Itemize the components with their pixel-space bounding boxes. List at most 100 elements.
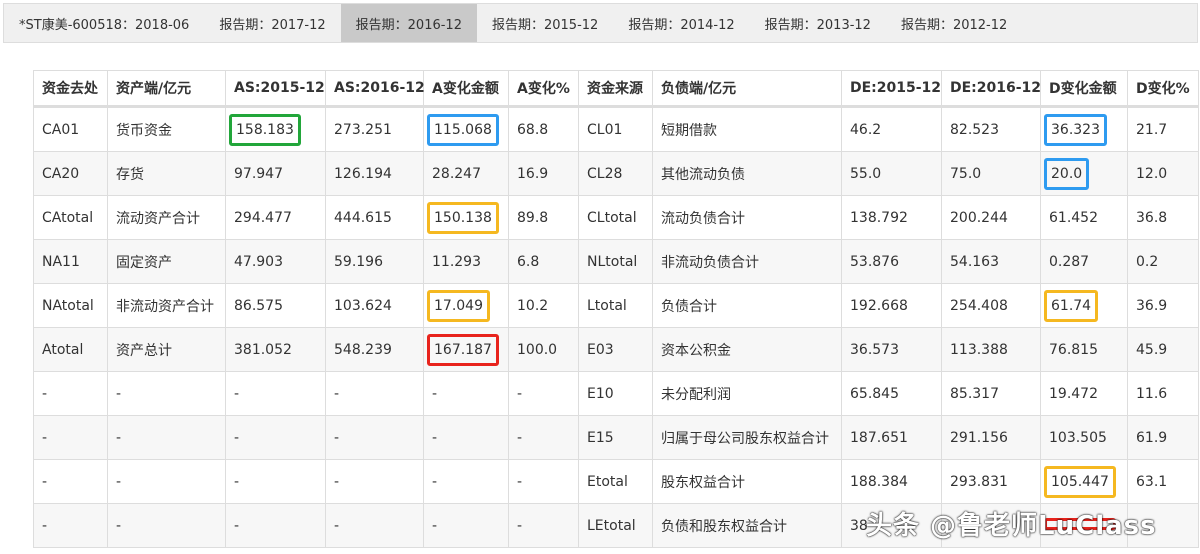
table-cell: 103.505: [1040, 415, 1128, 460]
tab-report-period[interactable]: 报告期：2015-12: [477, 4, 613, 42]
highlighted-value: 150.138: [427, 201, 499, 234]
table-cell: 流动负债合计: [652, 195, 842, 240]
table-cell: 46.2: [841, 106, 942, 152]
column-header: 资金来源: [578, 70, 653, 108]
fund-flow-table: 资金去处 资产端/亿元 AS:2015-12 AS:2016-12 A变化金额 A变化% 资…: [33, 70, 1199, 548]
table-cell: 0.2: [1127, 239, 1199, 284]
table-cell: 150.138: [423, 195, 509, 240]
table-row: NA11 固定资产 47.903 59.196 11.293 6.8 NLtotal 非流动负…: [33, 239, 1199, 284]
table-cell: 45.9: [1127, 327, 1199, 372]
table-cell: 61.452: [1040, 195, 1128, 240]
table-cell: 未分配利润: [652, 371, 842, 416]
table-cell: 36.9: [1127, 283, 1199, 328]
table-cell: 103.624: [325, 283, 424, 328]
column-header: D变化%: [1127, 70, 1199, 108]
table-cell: 11.293: [423, 239, 509, 284]
highlighted-value: 61.74: [1044, 289, 1099, 322]
column-header: D变化金额: [1040, 70, 1128, 108]
column-header: DE:2015-12: [841, 70, 942, 108]
tab-report-period[interactable]: 报告期：2013-12: [750, 4, 886, 42]
table-cell: 105.447: [1040, 459, 1128, 504]
table-cell: 股东权益合计: [652, 459, 842, 504]
table-cell: CA20: [33, 151, 108, 196]
table-cell: -: [107, 503, 226, 548]
table-cell: -: [325, 503, 424, 548]
table-cell: 63.1: [1127, 459, 1199, 504]
table-cell: 89.8: [508, 195, 579, 240]
table-cell: 100.0: [508, 327, 579, 372]
table-cell: -: [508, 503, 579, 548]
table-cell: 294.477: [225, 195, 326, 240]
column-header: A变化%: [508, 70, 579, 108]
table-cell: Ltotal: [578, 283, 653, 328]
table-cell: 291.156: [941, 415, 1041, 460]
table-cell: 资本公积金: [652, 327, 842, 372]
highlighted-value: 115.068: [427, 113, 499, 146]
table-cell: 86.575: [225, 283, 326, 328]
table-cell: -: [33, 459, 108, 504]
column-header: AS:2015-12: [225, 70, 326, 108]
table-cell: Etotal: [578, 459, 653, 504]
column-header: 负债端/亿元: [652, 70, 842, 108]
table-cell: 53.876: [841, 239, 942, 284]
table-cell: 113.388: [941, 327, 1041, 372]
table-cell: 17.049: [423, 283, 509, 328]
table-cell: -: [423, 371, 509, 416]
table-cell: -: [33, 371, 108, 416]
table-cell: -: [225, 371, 326, 416]
column-header: A变化金额: [423, 70, 509, 108]
highlighted-value: 105.447: [1044, 465, 1116, 498]
highlighted-value: 17.049: [427, 289, 490, 322]
table-cell: 82.523: [941, 106, 1041, 152]
table-cell: 0.287: [1040, 239, 1128, 284]
column-header: DE:2016-12: [941, 70, 1041, 108]
table-cell: CL01: [578, 106, 653, 152]
table-cell: NA11: [33, 239, 108, 284]
table-cell: 75.0: [941, 151, 1041, 196]
column-header: AS:2016-12: [325, 70, 425, 108]
table-row: - - - - - - Etotal 股东权益合计 188.384 293.831 105.447 6…: [33, 459, 1199, 504]
highlighted-value: 36.323: [1044, 113, 1107, 146]
table-cell: CL28: [578, 151, 653, 196]
tab-report-period[interactable]: 报告期：2017-12: [204, 4, 340, 42]
table-cell: -: [225, 459, 326, 504]
table-cell: -: [508, 459, 579, 504]
tab-report-period[interactable]: 报告期：2014-12: [613, 4, 749, 42]
table-cell: -: [423, 459, 509, 504]
table-cell: -: [225, 415, 326, 460]
table-cell: 负债合计: [652, 283, 842, 328]
highlighted-value: 158.183: [229, 113, 301, 146]
table-cell: 存货: [107, 151, 226, 196]
table-cell: 归属于母公司股东权益合计: [652, 415, 842, 460]
tab-report-period[interactable]: 报告期：2016-12: [340, 4, 477, 42]
tab-report-period[interactable]: 报告期：2012-12: [886, 4, 1022, 42]
table-header-row: 资金去处 资产端/亿元 AS:2015-12 AS:2016-12 A变化金额 A变化% 资…: [33, 70, 1199, 108]
table-cell: 21.7: [1127, 106, 1199, 152]
tab-report-period[interactable]: *ST康美-600518：2018-06: [4, 4, 204, 42]
table-cell: -: [33, 415, 108, 460]
table-cell: 68.8: [508, 106, 579, 152]
table-cell: 16.9: [508, 151, 579, 196]
table-cell: 444.615: [325, 195, 424, 240]
table-cell: 流动资产合计: [107, 195, 226, 240]
table-cell: LEtotal: [578, 503, 653, 548]
table-cell: -: [107, 459, 226, 504]
table-cell: 115.068: [423, 106, 509, 152]
table-cell: E03: [578, 327, 653, 372]
table-cell: 非流动负债合计: [652, 239, 842, 284]
column-header: 资产端/亿元: [107, 70, 226, 108]
table-cell: CA01: [33, 106, 108, 152]
table-cell: 65.845: [841, 371, 942, 416]
table-cell: -: [107, 415, 226, 460]
table-cell: 54.163: [941, 239, 1041, 284]
table-cell: 其他流动负债: [652, 151, 842, 196]
table-cell: NAtotal: [33, 283, 108, 328]
highlighted-value: 167.187: [427, 333, 499, 366]
table-cell: NLtotal: [578, 239, 653, 284]
watermark: 头条 @鲁老师LuClass: [866, 511, 1157, 541]
table-cell: 28.247: [423, 151, 509, 196]
table-cell: -: [508, 415, 579, 460]
table-cell: -: [107, 371, 226, 416]
table-cell: -: [325, 415, 424, 460]
table-cell: Atotal: [33, 327, 108, 372]
